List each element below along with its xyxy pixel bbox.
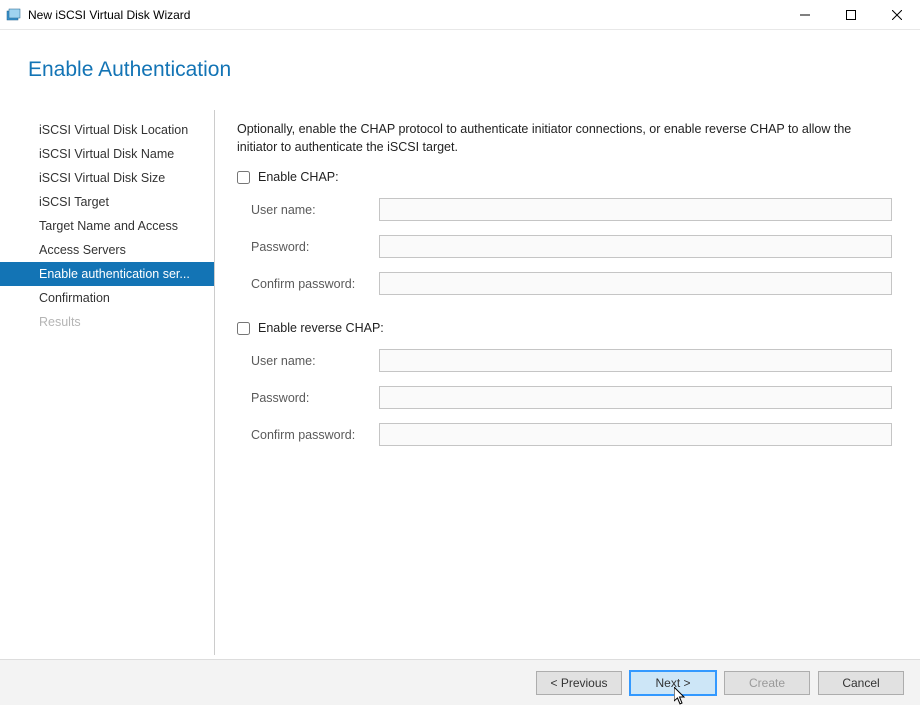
reverse-chap-password-input[interactable]: [379, 386, 892, 409]
previous-button[interactable]: < Previous: [536, 671, 622, 695]
intro-text: Optionally, enable the CHAP protocol to …: [237, 120, 892, 156]
sidebar-step-access-servers[interactable]: Access Servers: [0, 238, 214, 262]
enable-chap-checkbox[interactable]: [237, 171, 250, 184]
maximize-button[interactable]: [828, 0, 874, 30]
window-controls: [782, 0, 920, 30]
reverse-chap-username-label: User name:: [251, 354, 379, 368]
next-button[interactable]: Next >: [630, 671, 716, 695]
page-heading: Enable Authentication: [0, 30, 920, 82]
sidebar-step-disk-size[interactable]: iSCSI Virtual Disk Size: [0, 166, 214, 190]
body-area: iSCSI Virtual Disk Location iSCSI Virtua…: [0, 110, 920, 655]
titlebar: New iSCSI Virtual Disk Wizard: [0, 0, 920, 30]
close-button[interactable]: [874, 0, 920, 30]
reverse-chap-password-label: Password:: [251, 391, 379, 405]
sidebar-step-results: Results: [0, 310, 214, 334]
chap-password-input[interactable]: [379, 235, 892, 258]
chap-section: Enable CHAP: User name: Password: Confir…: [237, 170, 892, 295]
main-panel: Optionally, enable the CHAP protocol to …: [215, 110, 920, 655]
enable-chap-label: Enable CHAP:: [258, 170, 339, 184]
chap-username-label: User name:: [251, 203, 379, 217]
enable-reverse-chap-label: Enable reverse CHAP:: [258, 321, 384, 335]
sidebar-step-target[interactable]: iSCSI Target: [0, 190, 214, 214]
reverse-chap-section: Enable reverse CHAP: User name: Password…: [237, 321, 892, 446]
wizard-footer: < Previous Next > Create Cancel: [0, 659, 920, 705]
cancel-button[interactable]: Cancel: [818, 671, 904, 695]
chap-username-input[interactable]: [379, 198, 892, 221]
wizard-icon: [6, 7, 22, 23]
reverse-chap-confirm-label: Confirm password:: [251, 428, 379, 442]
wizard-sidebar: iSCSI Virtual Disk Location iSCSI Virtua…: [0, 110, 215, 655]
create-button: Create: [724, 671, 810, 695]
sidebar-step-enable-authentication[interactable]: Enable authentication ser...: [0, 262, 214, 286]
window-title: New iSCSI Virtual Disk Wizard: [28, 8, 190, 22]
minimize-button[interactable]: [782, 0, 828, 30]
chap-password-label: Password:: [251, 240, 379, 254]
chap-confirm-input[interactable]: [379, 272, 892, 295]
sidebar-step-target-name-access[interactable]: Target Name and Access: [0, 214, 214, 238]
reverse-chap-confirm-input[interactable]: [379, 423, 892, 446]
sidebar-step-disk-location[interactable]: iSCSI Virtual Disk Location: [0, 118, 214, 142]
enable-reverse-chap-checkbox[interactable]: [237, 322, 250, 335]
sidebar-step-confirmation[interactable]: Confirmation: [0, 286, 214, 310]
chap-confirm-label: Confirm password:: [251, 277, 379, 291]
reverse-chap-username-input[interactable]: [379, 349, 892, 372]
sidebar-step-disk-name[interactable]: iSCSI Virtual Disk Name: [0, 142, 214, 166]
